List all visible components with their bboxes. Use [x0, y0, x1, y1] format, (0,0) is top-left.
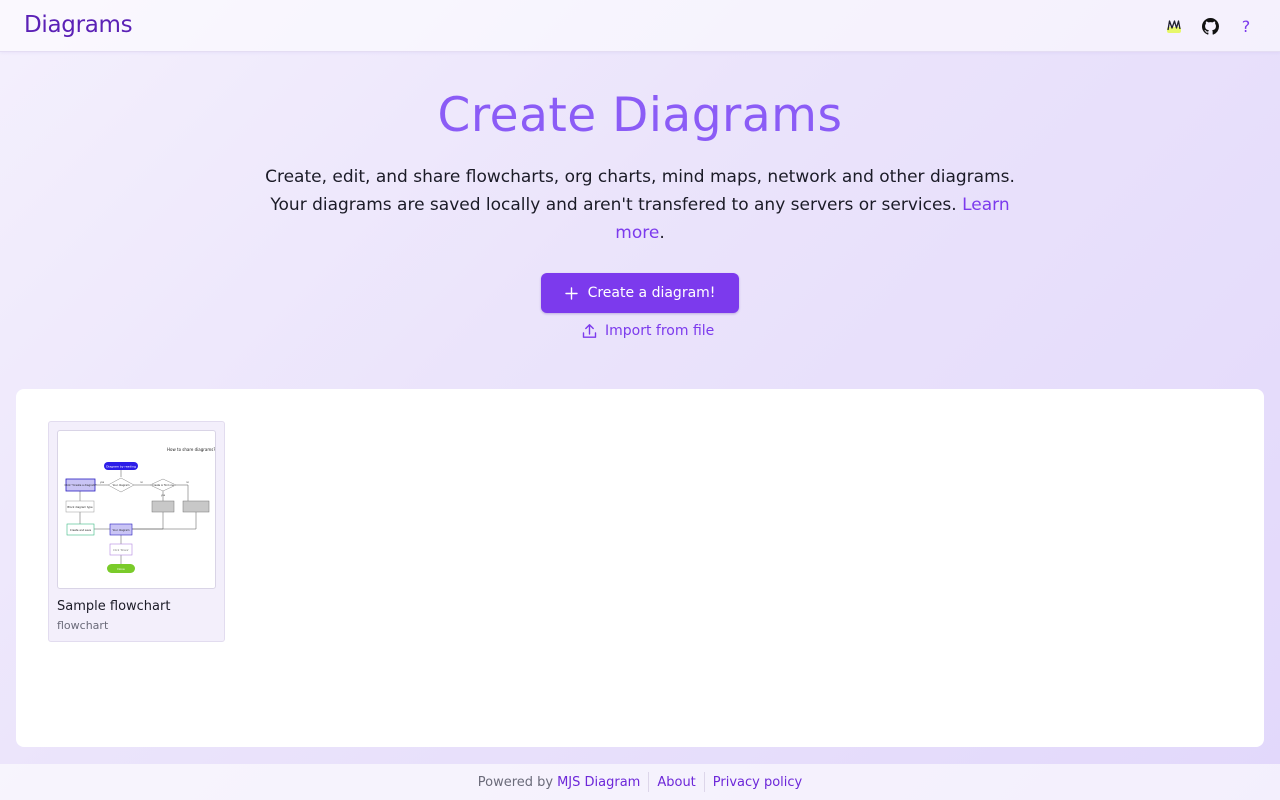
brand-title[interactable]: Diagrams: [24, 12, 133, 38]
diagram-card-type: flowchart: [57, 619, 109, 632]
thumb-node-5: Create and save: [70, 528, 92, 532]
create-diagram-label: Create a diagram!: [587, 285, 716, 301]
upload-icon: [582, 324, 597, 338]
footer-powered-by: Powered by MJS Diagram: [470, 772, 649, 792]
app-header: Diagrams ?: [0, 0, 1280, 52]
diagram-list-panel: How to share diagrams? Diagram by readin…: [16, 389, 1264, 747]
thumb-edge-label-1: no: [140, 481, 144, 484]
footer-about: About: [648, 772, 703, 792]
github-icon[interactable]: [1192, 14, 1228, 38]
diagram-thumbnail: How to share diagrams? Diagram by readin…: [57, 430, 216, 589]
import-from-file-button[interactable]: Import from file: [582, 321, 714, 341]
hero-description: Create, edit, and share flowcharts, org …: [260, 163, 1020, 247]
header-icon-group: ?: [1156, 14, 1264, 38]
thumb-edge-label-2: yes: [161, 494, 166, 497]
thumb-node-2: Your diagram: [112, 483, 130, 487]
thumb-node-1: Click "Create a diagram": [64, 483, 96, 487]
hero-description-text: Create, edit, and share flowcharts, org …: [265, 167, 1015, 215]
footer-privacy: Privacy policy: [703, 772, 810, 792]
thumb-node-6: Your diagram: [112, 528, 130, 532]
import-from-file-label: Import from file: [605, 323, 715, 339]
thumb-heading: How to share diagrams?: [167, 447, 215, 452]
thumb-node-7: Click 'Share': [113, 548, 129, 552]
hero-section: Create Diagrams Create, edit, and share …: [0, 88, 1280, 247]
thumb-node-0: Diagram by reading: [106, 465, 136, 469]
help-icon[interactable]: ?: [1228, 14, 1264, 38]
page-title: Create Diagrams: [437, 88, 843, 143]
thumb-edge-label-0: yes: [100, 481, 105, 484]
app-footer: Powered by MJS Diagram About Privacy pol…: [0, 764, 1280, 800]
mjs-diagram-link[interactable]: MJS Diagram: [557, 775, 640, 790]
powered-by-text: Powered by: [477, 774, 554, 790]
plus-icon: [564, 286, 578, 300]
thumb-edge-label-3: no: [186, 481, 190, 484]
thumb-node-3: Create or find one: [152, 484, 174, 487]
thumb-node-4: Block diagram type: [67, 505, 93, 509]
about-link[interactable]: About: [657, 775, 695, 790]
hero-description-period: .: [659, 223, 665, 243]
privacy-policy-link[interactable]: Privacy policy: [713, 775, 802, 790]
thumb-node-8: Done: [117, 567, 125, 571]
mjs-logo-icon[interactable]: [1156, 14, 1192, 38]
diagram-card[interactable]: How to share diagrams? Diagram by readin…: [48, 421, 225, 642]
diagram-card-title: Sample flowchart: [57, 599, 171, 614]
create-diagram-button[interactable]: Create a diagram!: [541, 273, 739, 313]
